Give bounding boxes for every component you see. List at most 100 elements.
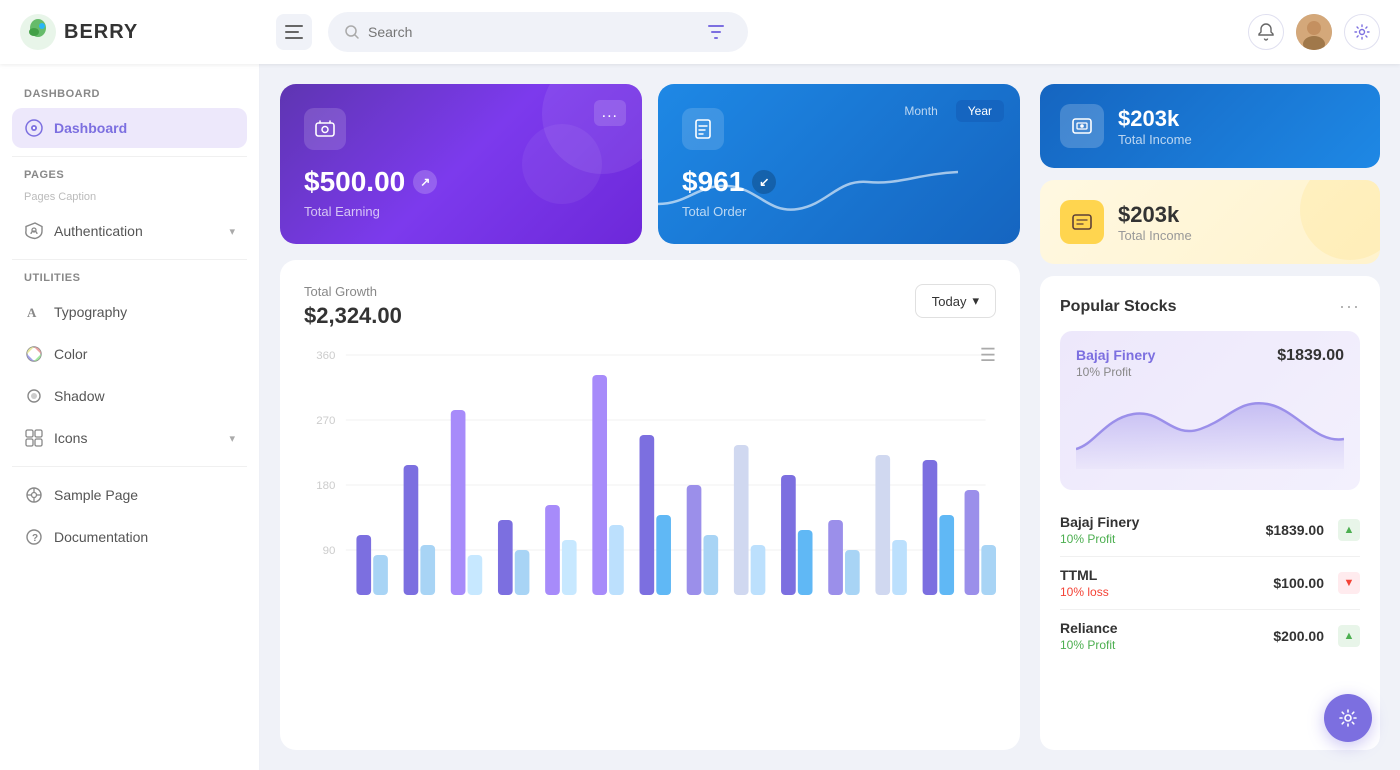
bajaj-header: Bajaj Finery 10% Profit $1839.00 [1076, 347, 1344, 379]
bar-chart-container: ☰ 360 270 180 90 [304, 345, 996, 610]
search-icon [344, 24, 360, 40]
icons-chevron-icon: ▾ [229, 432, 235, 445]
content-right: $203k Total Income $203k Total Income [1040, 84, 1380, 750]
income-yellow-text: $203k Total Income [1118, 202, 1192, 243]
sample-page-item-label: Sample Page [54, 487, 138, 503]
avatar[interactable] [1296, 14, 1332, 50]
growth-header: Total Growth $2,324.00 Today ▾ [304, 284, 996, 329]
fab-settings-button[interactable] [1324, 694, 1372, 742]
dashboard-item-label: Dashboard [54, 120, 127, 136]
sidebar-item-documentation[interactable]: ? Documentation [12, 517, 247, 557]
svg-text:360: 360 [316, 350, 335, 362]
income-yellow-value: $203k [1118, 202, 1192, 228]
app-name: BERRY [64, 21, 138, 44]
sidebar-section-pages: Pages [12, 165, 247, 189]
stocks-panel: Popular Stocks ··· Bajaj Finery 10% Prof… [1040, 276, 1380, 750]
logo-area: BERRY [20, 14, 260, 50]
sidebar-item-icons[interactable]: Icons ▾ [12, 418, 247, 458]
icons-item-label: Icons [54, 430, 87, 446]
period-buttons: Month Year [892, 100, 1004, 122]
stock-bajaj-change: 10% Profit [1060, 532, 1139, 546]
stock-reliance-name: Reliance [1060, 620, 1118, 636]
header: BERRY [0, 0, 1400, 64]
sidebar-item-authentication[interactable]: Authentication ▾ [12, 211, 247, 251]
svg-text:90: 90 [323, 545, 336, 557]
total-earning-card: ... $500.00 ↗ Total Earning [280, 84, 642, 244]
bajaj-featured-area: Bajaj Finery 10% Profit $1839.00 [1060, 331, 1360, 490]
earning-label: Total Earning [304, 204, 618, 219]
income-yellow-icon [1060, 200, 1104, 244]
documentation-icon: ? [24, 527, 44, 547]
sidebar-item-shadow[interactable]: Shadow [12, 376, 247, 416]
year-button[interactable]: Year [956, 100, 1004, 122]
bajaj-name: Bajaj Finery [1076, 347, 1155, 363]
order-wave-chart [658, 164, 958, 224]
content-area: ... $500.00 ↗ Total Earning [260, 64, 1400, 770]
authentication-icon [24, 221, 44, 241]
svg-text:A: A [27, 305, 37, 320]
earning-menu-button[interactable]: ... [594, 100, 626, 126]
earning-arrow-icon: ↗ [413, 170, 437, 194]
content-left: ... $500.00 ↗ Total Earning [280, 84, 1020, 750]
stock-bajaj-name: Bajaj Finery [1060, 514, 1139, 530]
sidebar-item-typography[interactable]: A Typography [12, 292, 247, 332]
table-row: TTML 10% loss $100.00 ▼ [1060, 557, 1360, 610]
stock-bajaj-arrow-icon: ▲ [1338, 519, 1360, 541]
income-card-blue: $203k Total Income [1040, 84, 1380, 168]
income-yellow-label: Total Income [1118, 228, 1192, 243]
notification-button[interactable] [1248, 14, 1284, 50]
logo-icon [20, 14, 56, 50]
today-chevron-icon: ▾ [972, 293, 979, 309]
documentation-item-label: Documentation [54, 529, 148, 545]
income-card-yellow: $203k Total Income [1040, 180, 1380, 264]
bajaj-profit: 10% Profit [1076, 365, 1155, 379]
month-button[interactable]: Month [892, 100, 949, 122]
stock-list: Bajaj Finery 10% Profit $1839.00 ▲ TTML … [1060, 504, 1360, 662]
today-button[interactable]: Today ▾ [915, 284, 996, 318]
stock-bajaj-price: $1839.00 [1266, 522, 1324, 538]
shadow-item-label: Shadow [54, 388, 105, 404]
svg-text:?: ? [32, 533, 38, 544]
typography-icon: A [24, 302, 44, 322]
growth-title-area: Total Growth $2,324.00 [304, 284, 402, 329]
sidebar: Dashboard Dashboard Pages Pages Caption [0, 64, 260, 770]
sidebar-item-sample-page[interactable]: Sample Page [12, 475, 247, 515]
filter-button[interactable] [700, 16, 732, 48]
sidebar-item-color[interactable]: Color [12, 334, 247, 374]
auth-chevron-icon: ▾ [229, 225, 235, 238]
stock-reliance-price: $200.00 [1273, 628, 1324, 644]
table-row: Bajaj Finery 10% Profit $1839.00 ▲ [1060, 504, 1360, 557]
earning-card-icon [304, 108, 346, 150]
growth-amount: $2,324.00 [304, 303, 402, 329]
chart-menu-button[interactable]: ☰ [980, 345, 996, 366]
stock-reliance-change: 10% Profit [1060, 638, 1118, 652]
search-input[interactable] [368, 24, 692, 40]
stock-ttml-change: 10% loss [1060, 585, 1109, 599]
svg-text:180: 180 [316, 480, 335, 492]
color-item-label: Color [54, 346, 87, 362]
search-bar [328, 12, 748, 52]
dashboard-icon [24, 118, 44, 138]
shadow-icon [24, 386, 44, 406]
table-row: Reliance 10% Profit $200.00 ▲ [1060, 610, 1360, 662]
stock-ttml-arrow-icon: ▼ [1338, 572, 1360, 594]
sample-page-icon [24, 485, 44, 505]
income-blue-label: Total Income [1118, 132, 1192, 147]
sidebar-section-utilities: Utilities [12, 268, 247, 292]
sidebar-item-dashboard[interactable]: Dashboard [12, 108, 247, 148]
earning-amount: $500.00 ↗ [304, 166, 618, 198]
income-blue-text: $203k Total Income [1118, 106, 1192, 147]
order-card-icon [682, 108, 724, 150]
main-layout: Dashboard Dashboard Pages Pages Caption [0, 64, 1400, 770]
bajaj-chart [1076, 389, 1344, 474]
settings-button[interactable] [1344, 14, 1380, 50]
cards-row: ... $500.00 ↗ Total Earning [280, 84, 1020, 244]
hamburger-button[interactable] [276, 14, 312, 50]
stocks-menu-button[interactable]: ··· [1339, 296, 1360, 317]
typography-item-label: Typography [54, 304, 127, 320]
sidebar-section-dashboard: Dashboard [12, 84, 247, 108]
svg-text:270: 270 [316, 415, 335, 427]
stock-reliance-arrow-icon: ▲ [1338, 625, 1360, 647]
total-order-card: Month Year $961 ↙ Total Order [658, 84, 1020, 244]
stock-ttml-name: TTML [1060, 567, 1109, 583]
